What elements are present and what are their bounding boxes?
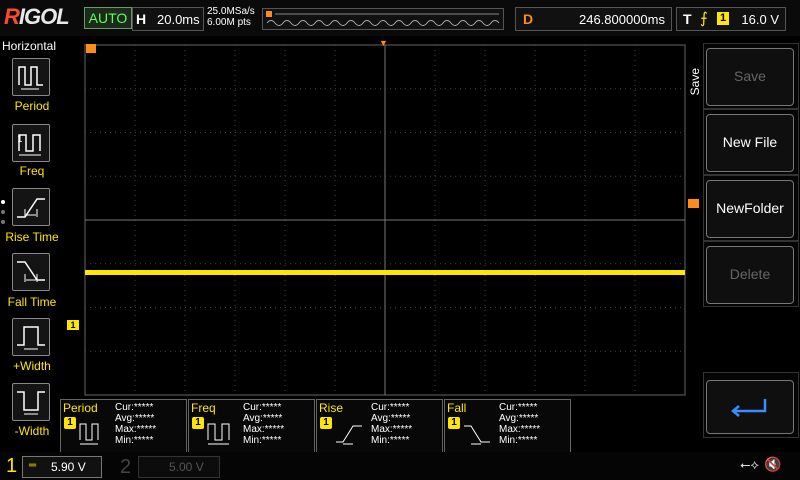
memory-window-marker [266,11,272,17]
measurement-channel: 1 [320,417,332,429]
delay-box[interactable]: D 246.800000ms [515,7,672,31]
delay-value: 246.800000ms [578,12,665,27]
timebase-value: 20.0ms [157,12,200,27]
ch1-offset-marker[interactable]: 1 [67,320,79,330]
ch2-number[interactable]: 2 [120,456,131,479]
fall-time-label: Fall Time [7,295,57,309]
save-button[interactable]: Save [706,48,794,106]
stat-min: Min:***** [115,435,154,446]
horizontal-label: H [136,11,147,27]
new-folder-button[interactable]: NewFolder [706,180,794,238]
memory-position-strip[interactable] [262,8,504,30]
delete-label: Delete [729,266,771,282]
positive-width-button[interactable] [12,318,50,356]
measurement-name: Fall [447,401,467,415]
stat-max: Max:***** [243,424,285,435]
trigger-level: 16.0 V [741,12,779,27]
dc-coupling-icon: ═ [29,460,37,471]
ch2-scale-box[interactable]: 5.00 V [138,456,220,478]
ch1-number[interactable]: 1 [6,455,17,478]
sample-rate: 25.0MSa/s [207,6,255,17]
period-button[interactable] [12,58,50,96]
acquisition-info: 25.0MSa/s 6.00M pts [207,6,255,28]
rise-time-icon [17,198,45,218]
measurement-channel: 1 [64,417,76,429]
stat-max: Max:***** [371,424,413,435]
stat-cur: Cur:***** [499,402,538,413]
stat-avg: Avg:***** [499,413,539,424]
new-file-button[interactable]: New File [706,114,794,172]
timebase-box[interactable]: H 20.0ms [132,7,204,31]
delete-button[interactable]: Delete [706,246,794,304]
frequency-label: Freq [19,164,45,178]
positive-width-label: +Width [13,359,51,373]
period-icon [79,423,99,445]
ch2-scale: 5.00 V [169,460,204,474]
save-button-label: Save [734,68,766,84]
speaker-muted-icon[interactable]: 🔇 [764,456,781,473]
negative-width-button[interactable] [12,383,50,421]
stat-max: Max:***** [115,424,157,435]
stat-avg: Avg:***** [243,413,283,424]
stat-avg: Avg:***** [371,413,411,424]
stat-min: Min:***** [499,435,538,446]
measurement-channel: 1 [192,417,204,429]
delay-label: D [523,11,534,27]
measurement-rise[interactable]: Rise 1 Cur:***** Avg:***** Max:***** Min… [316,399,443,453]
stat-min: Min:***** [371,435,410,446]
trigger-source-badge: 1 [717,12,729,25]
page-dots [1,200,5,230]
rise-time-button[interactable] [12,188,50,226]
stat-cur: Cur:***** [243,402,282,413]
new-file-label: New File [722,134,778,150]
frequency-icon [207,423,230,445]
ch1-scale-box[interactable]: ═ 5.90 V [22,456,102,478]
rising-edge-icon: ⨍ [700,10,708,27]
trigger-label: T [683,11,692,27]
trigger-time-marker: ▼ [379,38,388,48]
stat-cur: Cur:***** [371,402,410,413]
svg-text:1: 1 [17,135,23,145]
positive-width-icon [17,326,45,350]
negative-width-icon [17,391,45,415]
save-menu-title: Save [688,68,702,96]
rise-time-label: Rise Time [5,230,59,244]
stat-min: Min:***** [243,435,282,446]
ch1-scale: 5.90 V [51,460,86,474]
trigger-level-marker[interactable] [688,199,699,208]
fall-time-icon [17,261,45,282]
measurement-freq[interactable]: Freq 1 Cur:***** Avg:***** Max:***** Min… [188,399,315,453]
measurement-period[interactable]: Period 1 Cur:***** Avg:***** Max:***** M… [60,399,187,453]
rigol-logo: RIGOL [4,4,70,29]
memory-depth: 6.00M pts [207,17,251,28]
frequency-icon: 1 [17,134,41,156]
period-label: Period [14,99,50,113]
stat-cur: Cur:***** [115,402,154,413]
measurement-name: Period [63,401,98,415]
measurement-name: Rise [319,401,344,415]
menu-header: Horizontal [2,39,57,53]
frequency-button[interactable]: 1 [12,124,50,162]
new-folder-label: NewFolder [716,200,784,216]
trigger-box[interactable]: T ⨍ 1 16.0 V [676,7,786,31]
measurement-name: Freq [191,401,216,415]
fall-time-button[interactable] [12,253,50,291]
fall-time-icon [464,425,490,445]
waveform-display[interactable] [84,44,686,396]
stat-max: Max:***** [499,424,541,435]
measurement-channel: 1 [448,417,460,429]
return-arrow-icon [731,399,767,417]
stat-avg: Avg:***** [115,413,155,424]
negative-width-label: -Width [14,424,50,438]
usb-icon: ⭠⟡ [740,457,759,472]
trigger-position-marker [86,44,96,53]
period-icon [18,66,43,90]
measurement-fall[interactable]: Fall 1 Cur:***** Avg:***** Max:***** Min… [444,399,571,453]
rise-time-icon [336,425,362,445]
run-status-badge[interactable]: AUTO [84,7,132,29]
return-button[interactable] [706,380,794,434]
